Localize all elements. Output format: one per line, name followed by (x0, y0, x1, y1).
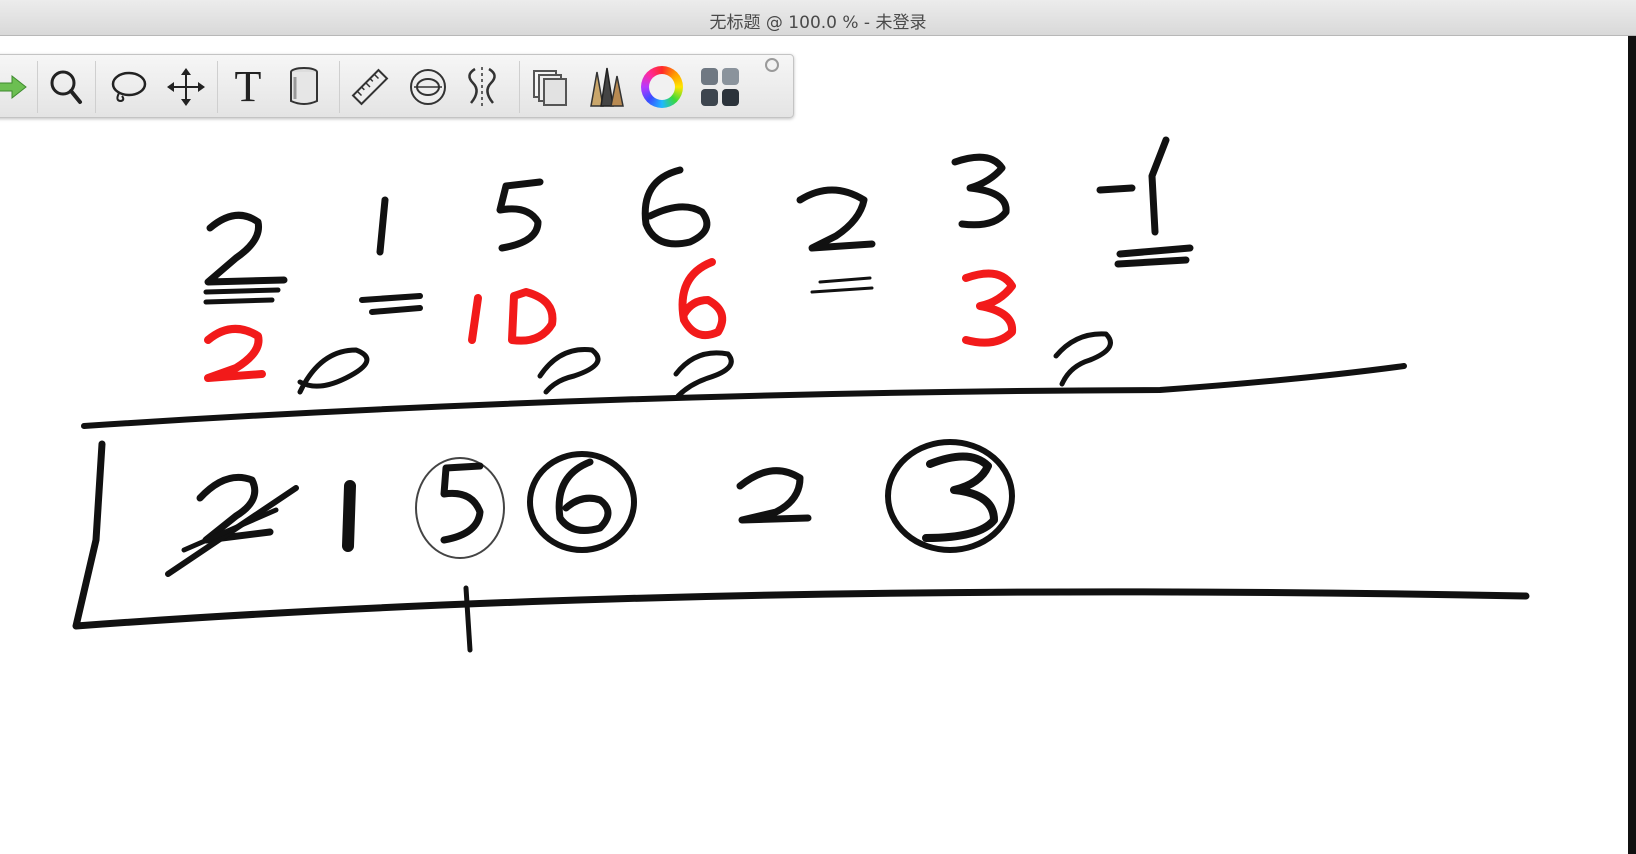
title-bar: 无标题 @ 100.0 % - 未登录 (0, 0, 1636, 36)
color-wheel-icon[interactable] (637, 63, 687, 111)
window-edge (1628, 36, 1636, 854)
magnifier-icon[interactable] (41, 63, 91, 111)
tool-grid-icon[interactable] (695, 63, 745, 111)
text-tool-glyph: T (234, 62, 262, 111)
fill-bucket-icon[interactable] (279, 63, 329, 111)
ruler-icon[interactable] (345, 63, 395, 111)
lasso-icon[interactable] (103, 63, 153, 111)
drawing-canvas[interactable] (0, 119, 1628, 854)
ellipse-guide-icon[interactable] (403, 63, 453, 111)
layers-icon[interactable] (525, 63, 575, 111)
move-icon[interactable] (161, 63, 211, 111)
toolbar: T (0, 54, 794, 118)
brush-library-icon[interactable] (581, 63, 631, 111)
ink-drawing (72, 136, 1530, 653)
window-title: 无标题 @ 100.0 % - 未登录 (709, 13, 927, 33)
toolbar-close-dot[interactable] (765, 58, 779, 72)
symmetry-icon[interactable] (457, 63, 507, 111)
text-tool-icon[interactable]: T (223, 63, 273, 111)
arrow-icon[interactable] (0, 63, 35, 111)
